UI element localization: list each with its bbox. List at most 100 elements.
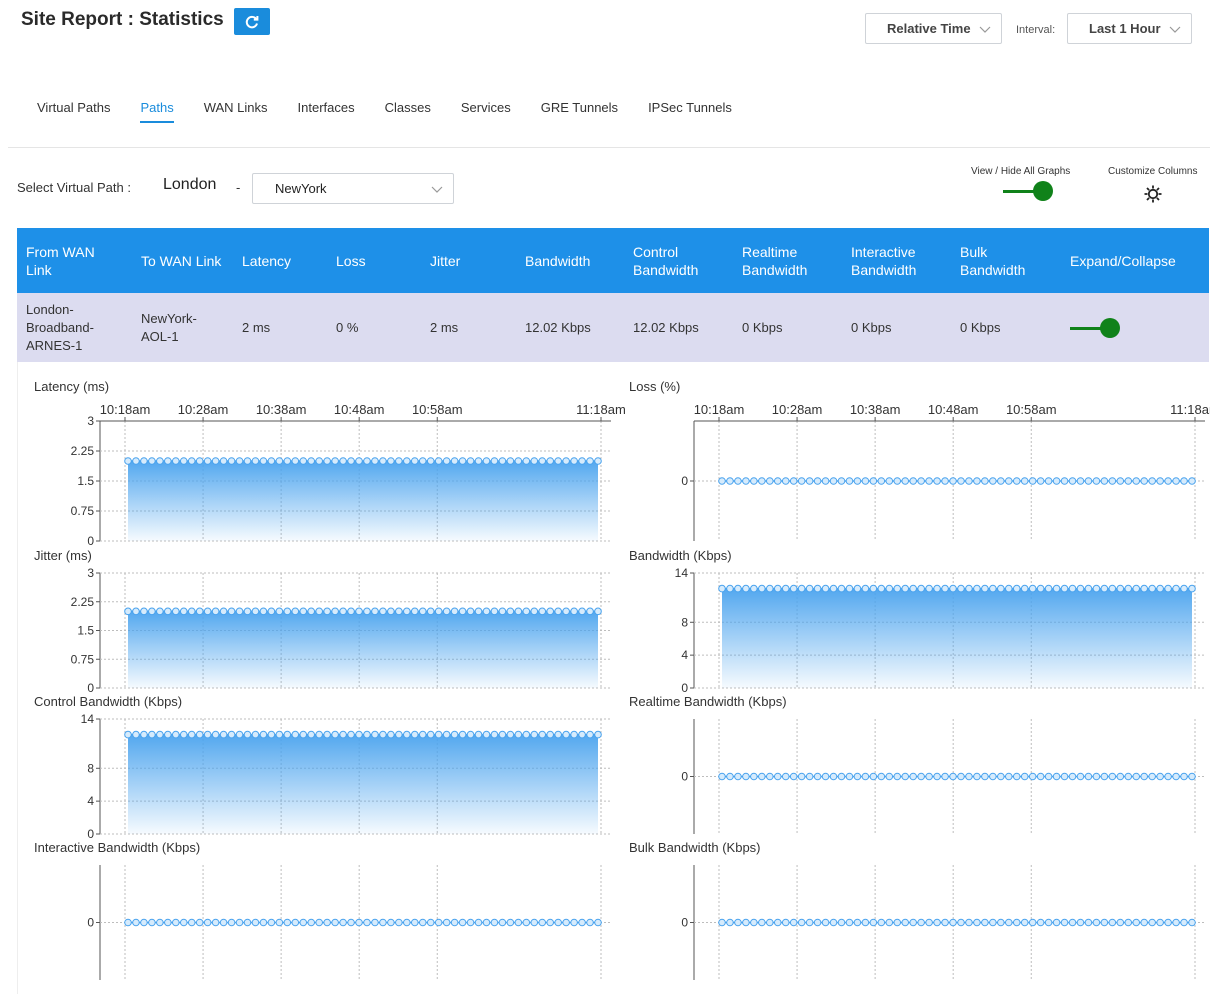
data-point[interactable] xyxy=(750,477,758,485)
data-point[interactable] xyxy=(989,477,997,485)
data-point[interactable] xyxy=(893,584,902,593)
data-point[interactable] xyxy=(171,918,180,927)
data-point[interactable] xyxy=(323,457,331,465)
data-point[interactable] xyxy=(347,457,355,465)
data-point[interactable] xyxy=(941,772,949,781)
data-point[interactable] xyxy=(355,918,363,927)
data-point[interactable] xyxy=(410,730,419,739)
data-point[interactable] xyxy=(474,918,483,927)
data-point[interactable] xyxy=(1164,918,1172,927)
data-point[interactable] xyxy=(893,477,902,485)
data-point[interactable] xyxy=(156,730,164,739)
data-point[interactable] xyxy=(132,918,140,927)
data-point[interactable] xyxy=(171,457,180,465)
data-point[interactable] xyxy=(124,607,132,616)
data-point[interactable] xyxy=(466,918,475,927)
data-point[interactable] xyxy=(750,918,758,927)
data-point[interactable] xyxy=(403,607,411,616)
data-point[interactable] xyxy=(989,772,997,781)
data-point[interactable] xyxy=(1132,477,1141,485)
data-point[interactable] xyxy=(283,607,292,616)
data-point[interactable] xyxy=(355,457,363,465)
data-point[interactable] xyxy=(758,477,766,485)
data-point[interactable] xyxy=(734,584,742,593)
data-point[interactable] xyxy=(933,584,941,593)
data-point[interactable] xyxy=(1172,918,1180,927)
data-point[interactable] xyxy=(267,918,276,927)
data-point[interactable] xyxy=(1100,584,1109,593)
data-point[interactable] xyxy=(506,607,515,616)
data-point[interactable] xyxy=(1092,584,1101,593)
data-point[interactable] xyxy=(734,918,742,927)
data-point[interactable] xyxy=(1156,918,1164,927)
data-point[interactable] xyxy=(829,772,838,781)
data-point[interactable] xyxy=(570,918,578,927)
data-point[interactable] xyxy=(450,918,459,927)
data-point[interactable] xyxy=(267,457,276,465)
data-point[interactable] xyxy=(530,607,539,616)
data-point[interactable] xyxy=(853,772,862,781)
data-point[interactable] xyxy=(773,477,782,485)
data-point[interactable] xyxy=(789,584,798,593)
data-point[interactable] xyxy=(522,457,531,465)
data-point[interactable] xyxy=(726,477,734,485)
data-point[interactable] xyxy=(1172,772,1180,781)
data-point[interactable] xyxy=(156,607,164,616)
data-point[interactable] xyxy=(1100,477,1109,485)
data-point[interactable] xyxy=(259,730,268,739)
data-point[interactable] xyxy=(426,607,435,616)
data-point[interactable] xyxy=(1124,772,1133,781)
data-point[interactable] xyxy=(235,457,244,465)
table-row[interactable]: London-Broadband-ARNES-1 NewYork-AOL-1 2… xyxy=(17,293,1209,362)
data-point[interactable] xyxy=(442,457,451,465)
data-point[interactable] xyxy=(203,918,212,927)
data-point[interactable] xyxy=(514,607,523,616)
data-point[interactable] xyxy=(981,477,989,485)
data-point[interactable] xyxy=(933,772,941,781)
data-point[interactable] xyxy=(813,772,822,781)
data-point[interactable] xyxy=(275,730,284,739)
data-point[interactable] xyxy=(869,918,878,927)
data-point[interactable] xyxy=(1084,584,1093,593)
data-point[interactable] xyxy=(530,730,539,739)
data-point[interactable] xyxy=(973,918,981,927)
data-point[interactable] xyxy=(965,918,973,927)
data-point[interactable] xyxy=(1076,584,1085,593)
data-point[interactable] xyxy=(156,457,164,465)
data-point[interactable] xyxy=(514,730,523,739)
data-point[interactable] xyxy=(474,457,483,465)
data-point[interactable] xyxy=(1180,477,1188,485)
data-point[interactable] xyxy=(379,457,387,465)
data-point[interactable] xyxy=(395,918,403,927)
data-point[interactable] xyxy=(1060,918,1069,927)
data-point[interactable] xyxy=(395,730,403,739)
data-point[interactable] xyxy=(877,918,886,927)
data-point[interactable] xyxy=(243,730,252,739)
data-point[interactable] xyxy=(1036,584,1045,593)
data-point[interactable] xyxy=(829,584,838,593)
data-point[interactable] xyxy=(1076,772,1085,781)
data-point[interactable] xyxy=(901,584,910,593)
data-point[interactable] xyxy=(917,918,925,927)
data-point[interactable] xyxy=(837,477,846,485)
data-point[interactable] xyxy=(813,584,822,593)
col-bulk-bandwidth[interactable]: Bulk Bandwidth xyxy=(951,228,1061,293)
data-point[interactable] xyxy=(291,730,300,739)
data-point[interactable] xyxy=(758,772,766,781)
data-point[interactable] xyxy=(299,457,308,465)
data-point[interactable] xyxy=(450,607,459,616)
data-point[interactable] xyxy=(570,607,578,616)
data-point[interactable] xyxy=(211,730,220,739)
data-point[interactable] xyxy=(450,457,459,465)
data-point[interactable] xyxy=(490,607,499,616)
data-point[interactable] xyxy=(482,730,491,739)
data-point[interactable] xyxy=(797,584,806,593)
data-point[interactable] xyxy=(989,584,997,593)
data-point[interactable] xyxy=(1052,918,1061,927)
data-point[interactable] xyxy=(1068,772,1077,781)
data-point[interactable] xyxy=(742,772,750,781)
data-point[interactable] xyxy=(917,772,925,781)
col-realtime-bandwidth[interactable]: Realtime Bandwidth xyxy=(733,228,842,293)
data-point[interactable] xyxy=(474,607,483,616)
data-point[interactable] xyxy=(164,607,172,616)
